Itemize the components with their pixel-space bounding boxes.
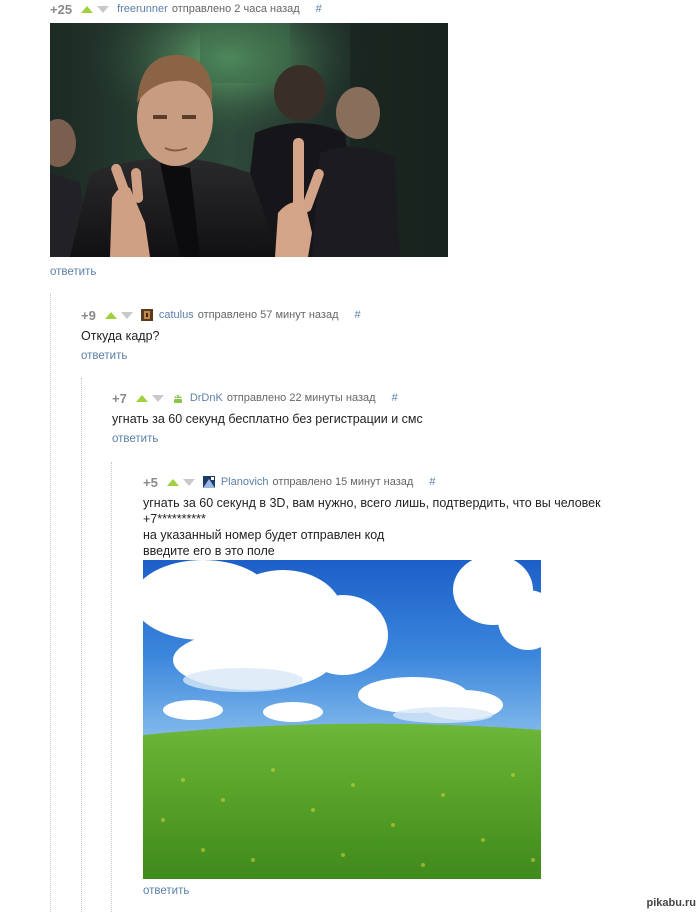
comment-author[interactable]: catulus	[159, 309, 194, 321]
comment-rating: +5	[143, 474, 158, 490]
reply-link[interactable]: ответить	[143, 885, 189, 897]
upvote-arrow-icon[interactable]	[135, 394, 148, 402]
downvote-arrow-icon[interactable]	[120, 311, 133, 319]
comment-header: +9 catulus отправлено 57 минут назад #	[81, 306, 361, 324]
comment-timestamp: отправлено 57 минут назад	[197, 309, 339, 321]
comment-text-line: угнать за 60 секунд в 3D, вам нужно, все…	[143, 496, 601, 510]
comment-permalink[interactable]: #	[355, 309, 361, 321]
comment: +7 DrDnK отправлено 22 минуты назад # уг…	[112, 389, 682, 449]
comment: +25 freerunner отправлено 2 часа назад #	[50, 0, 690, 282]
comment-author[interactable]: DrDnK	[190, 392, 223, 404]
comment-header: +25 freerunner отправлено 2 часа назад #	[50, 0, 322, 18]
downvote-arrow-icon[interactable]	[151, 394, 164, 402]
comment-image[interactable]	[143, 560, 541, 879]
avatar[interactable]	[202, 476, 215, 488]
comment-timestamp: отправлено 15 минут назад	[272, 476, 414, 488]
comment-permalink[interactable]: #	[316, 3, 322, 15]
downvote-arrow-icon[interactable]	[182, 478, 195, 486]
site-watermark: pikabu.ru	[646, 897, 696, 909]
comment-text: угнать за 60 секунд бесплатно без регист…	[112, 412, 423, 426]
upvote-arrow-icon[interactable]	[166, 478, 179, 486]
avatar[interactable]	[140, 309, 153, 321]
comment-rating: +25	[50, 1, 73, 17]
comment-image[interactable]	[50, 23, 448, 257]
reply-link[interactable]: ответить	[112, 433, 158, 445]
comment-timestamp: отправлено 22 минуты назад	[226, 392, 376, 404]
comment-rating: +9	[81, 307, 96, 323]
upvote-arrow-icon[interactable]	[104, 311, 117, 319]
comment-text-line: +7**********	[143, 512, 206, 526]
comment-timestamp: отправлено 2 часа назад	[171, 3, 300, 15]
comment: +9 catulus отправлено 57 минут назад # О…	[81, 306, 681, 366]
reply-link[interactable]: ответить	[50, 266, 96, 278]
thread-line	[81, 378, 82, 912]
comment-header: +7 DrDnK отправлено 22 минуты назад #	[112, 389, 398, 407]
comment-author[interactable]: freerunner	[117, 3, 168, 15]
android-avatar-icon[interactable]	[172, 392, 184, 404]
thread-line	[111, 462, 112, 912]
comment-header: +5 Planovich отправлено 15 минут назад #	[143, 473, 435, 491]
comment-author[interactable]: Planovich	[221, 476, 269, 488]
comment-permalink[interactable]: #	[392, 392, 398, 404]
comment-text: Откуда кадр?	[81, 329, 160, 343]
comment: +5 Planovich отправлено 15 минут назад #…	[143, 473, 693, 903]
thread-line	[50, 293, 51, 912]
comment-text-line: на указанный номер будет отправлен код	[143, 528, 385, 542]
comment-text-line: введите его в это поле	[143, 544, 275, 558]
reply-link[interactable]: ответить	[81, 350, 127, 362]
downvote-arrow-icon[interactable]	[97, 5, 110, 13]
comment-rating: +7	[112, 390, 127, 406]
comment-permalink[interactable]: #	[429, 476, 435, 488]
upvote-arrow-icon[interactable]	[81, 5, 94, 13]
